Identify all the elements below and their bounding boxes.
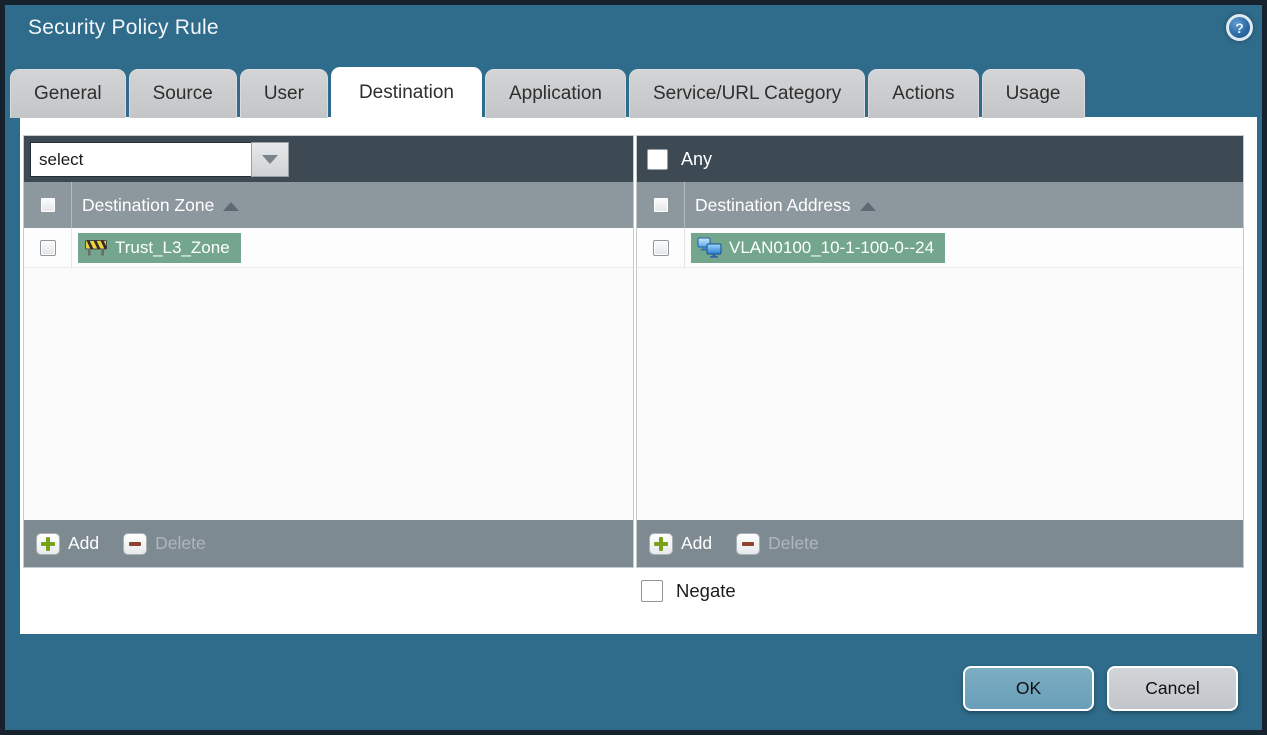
help-icon: ? [1235,19,1244,36]
sort-ascending-icon [859,201,876,211]
zone-filter-dropdown-button[interactable] [251,141,289,177]
chevron-down-icon [262,154,278,164]
tab-general[interactable]: General [10,69,126,118]
add-icon [649,532,673,555]
tab-usage[interactable]: Usage [981,69,1085,118]
sort-ascending-icon [223,201,240,211]
zone-filter-combobox: select [30,141,289,177]
tab-destination[interactable]: Destination [330,67,482,118]
delete-button[interactable]: Delete [123,532,206,555]
tab-bar: General Source User Destination Applicat… [10,67,1085,118]
address-tag[interactable]: VLAN0100_10-1-100-0--24 [691,232,946,263]
tab-service-url-category[interactable]: Service/URL Category [628,69,866,118]
table-row[interactable]: VLAN0100_10-1-100-0--24 [637,228,1243,268]
address-column-header-label: Destination Address [695,194,851,215]
address-panel-footer: Add Delete [637,520,1243,567]
address-column-header-row: Destination Address [637,182,1243,228]
help-button[interactable]: ? [1226,14,1253,41]
zone-rows: Trust_L3_Zone [24,228,633,520]
address-row-checkbox[interactable] [652,239,669,256]
add-button[interactable]: Add [649,532,713,555]
delete-button-label: Delete [155,533,206,553]
zone-icon [85,240,107,256]
zone-tag[interactable]: Trust_L3_Zone [78,232,241,263]
any-option: Any [643,148,713,170]
add-icon [36,532,60,555]
delete-icon [736,532,761,555]
zone-row-checkbox[interactable] [39,239,56,256]
address-select-all-checkbox[interactable] [652,197,669,213]
address-panel-toolbar: Any [637,136,1243,182]
add-button[interactable]: Add [36,532,100,555]
zone-panel-footer: Add Delete [24,520,633,567]
negate-checkbox[interactable] [641,580,663,602]
delete-button-label: Delete [768,533,819,553]
page-title: Security Policy Rule [28,16,219,39]
address-rows: VLAN0100_10-1-100-0--24 [637,228,1243,520]
delete-icon [123,532,148,555]
zone-column-header-row: Destination Zone [24,182,633,228]
zone-filter-input[interactable]: select [30,141,251,177]
address-tag-label: VLAN0100_10-1-100-0--24 [729,237,935,257]
tab-user[interactable]: User [239,69,328,118]
negate-option: Negate [641,580,736,602]
add-button-label: Add [68,533,100,553]
add-button-label: Add [681,533,713,553]
address-row-checkbox-cell [637,228,685,267]
destination-zone-panel: select Destination Zone Trust_L3_Zone Ad… [23,135,634,568]
zone-column-header-label: Destination Zone [82,194,215,215]
negate-label: Negate [676,580,736,601]
cancel-button[interactable]: Cancel [1107,666,1238,711]
zone-select-all-checkbox[interactable] [39,197,56,213]
any-label: Any [681,148,713,169]
zone-select-all-cell [24,182,72,228]
table-row[interactable]: Trust_L3_Zone [24,228,633,268]
any-checkbox[interactable] [647,148,668,170]
network-icon [697,237,722,258]
tab-application[interactable]: Application [485,69,626,118]
zone-tag-label: Trust_L3_Zone [115,237,230,257]
tab-actions[interactable]: Actions [868,69,979,118]
destination-address-panel: Any Destination Address VLAN0100_10-1-10… [636,135,1244,568]
zone-row-checkbox-cell [24,228,72,267]
delete-button[interactable]: Delete [736,532,819,555]
address-select-all-cell [637,182,685,228]
address-column-header[interactable]: Destination Address [695,195,876,216]
ok-button[interactable]: OK [963,666,1094,711]
zone-column-header[interactable]: Destination Zone [82,194,240,216]
zone-panel-toolbar: select [24,136,633,182]
tab-source[interactable]: Source [128,69,237,118]
